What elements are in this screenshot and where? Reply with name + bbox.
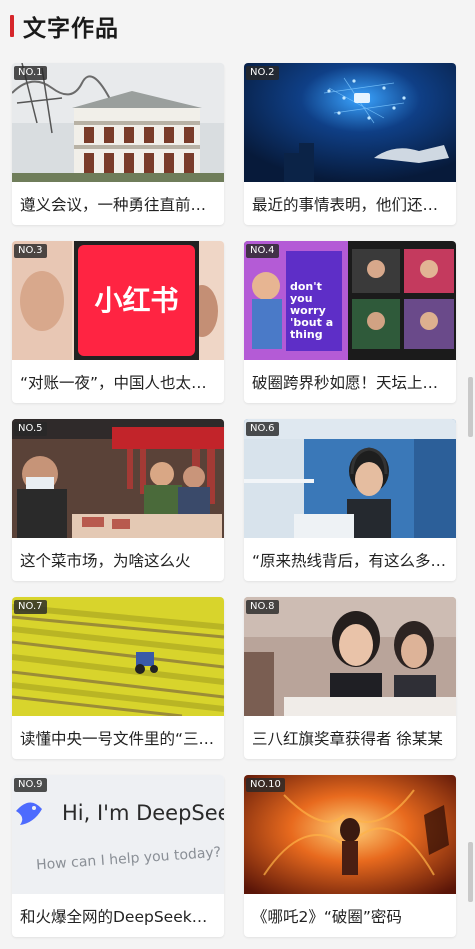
rank-badge: NO.10 [246, 778, 285, 792]
article-card-5[interactable]: NO.5 这个菜市场，为啥这么火 [12, 419, 224, 581]
rank-badge: NO.4 [246, 244, 279, 258]
article-card-1[interactable]: NO.1 遵义会议，一种勇往直前的精神 [12, 63, 224, 225]
scrollbar-thumb-lower[interactable] [468, 842, 473, 902]
article-thumbnail: NO.8 [244, 597, 456, 716]
article-thumbnail: don't you worry 'bout a thing NO.4 [244, 241, 456, 360]
scrollbar-thumb[interactable] [468, 377, 473, 437]
article-title: “对账一夜”，中国人也太会了 [20, 373, 216, 392]
section-header: 文字作品 [0, 0, 475, 52]
rank-badge: NO.5 [14, 422, 47, 436]
article-grid: NO.1 遵义会议，一种勇往直前的精神 NO.2 最近的事情表明，他们还不死心 … [12, 63, 456, 937]
article-thumbnail: NO.1 [12, 63, 224, 182]
section-accent-bar [10, 15, 14, 37]
article-card-4[interactable]: don't you worry 'bout a thing NO.4 破圈跨界秒… [244, 241, 456, 403]
article-title: 破圈跨界秒如愿！天坛上新啦 [252, 373, 448, 392]
article-card-3[interactable]: 小红书 NO.3 “对账一夜”，中国人也太会了 [12, 241, 224, 403]
article-thumbnail: 小红书 NO.3 [12, 241, 224, 360]
article-title: “原来热线背后，有这么多故事” [252, 551, 448, 570]
thumbnail-greeting-text: Hi, I'm DeepSee [62, 801, 224, 825]
article-thumbnail: NO.10 [244, 775, 456, 894]
thumbnail-overlay-text: don't you worry 'bout a thing [290, 280, 334, 341]
rank-badge: NO.7 [14, 600, 47, 614]
rank-badge: NO.6 [246, 422, 279, 436]
article-title: 三八红旗奖章获得者 徐某某 [252, 729, 443, 748]
rank-badge: NO.1 [14, 66, 47, 80]
article-title: 遵义会议，一种勇往直前的精神 [20, 195, 216, 214]
article-title: 和火爆全网的DeepSeek聊了聊 [20, 907, 216, 926]
article-title: 最近的事情表明，他们还不死心 [252, 195, 448, 214]
section-title: 文字作品 [23, 16, 119, 42]
article-thumbnail: Hi, I'm DeepSee How can I help you today… [12, 775, 224, 894]
article-card-8[interactable]: NO.8 三八红旗奖章获得者 徐某某 [244, 597, 456, 759]
article-thumbnail: NO.5 [12, 419, 224, 538]
rank-badge: NO.9 [14, 778, 47, 792]
article-title: 这个菜市场，为啥这么火 [20, 551, 191, 570]
article-thumbnail: NO.2 [244, 63, 456, 182]
article-card-9[interactable]: Hi, I'm DeepSee How can I help you today… [12, 775, 224, 937]
article-thumbnail: NO.6 [244, 419, 456, 538]
rank-badge: NO.2 [246, 66, 279, 80]
rank-badge: NO.3 [14, 244, 47, 258]
article-title: 读懂中央一号文件里的“三农” [20, 729, 216, 748]
article-card-10[interactable]: NO.10 《哪吒2》“破圈”密码 [244, 775, 456, 937]
rank-badge: NO.8 [246, 600, 279, 614]
app-logo-text: 小红书 [94, 284, 179, 317]
article-thumbnail: NO.7 [12, 597, 224, 716]
article-title: 《哪吒2》“破圈”密码 [252, 907, 402, 926]
article-card-6[interactable]: NO.6 “原来热线背后，有这么多故事” [244, 419, 456, 581]
article-card-2[interactable]: NO.2 最近的事情表明，他们还不死心 [244, 63, 456, 225]
article-card-7[interactable]: NO.7 读懂中央一号文件里的“三农” [12, 597, 224, 759]
